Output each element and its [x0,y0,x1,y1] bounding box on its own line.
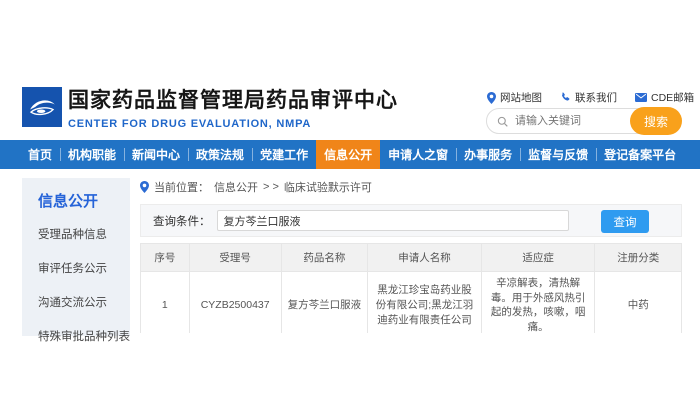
cell-drug-name: 复方芩兰口服液 [281,272,368,334]
col-header-acceptance-no: 受理号 [189,244,281,272]
header-search-button[interactable]: 搜索 [630,107,682,135]
cell-applicant: 黑龙江珍宝岛药业股份有限公司;黑龙江羽迪药业有限责任公司 [368,272,482,334]
site-title-block: 国家药品监督管理局药品审评中心 CENTER FOR DRUG EVALUATI… [68,84,398,130]
cell-index: 1 [141,272,190,334]
sidebar-item-special-approval[interactable]: 特殊审批品种列表 [38,328,126,344]
nav-item-policies[interactable]: 政策法规 [188,140,252,169]
nav-item-party[interactable]: 党建工作 [252,140,316,169]
nav-item-functions[interactable]: 机构职能 [60,140,124,169]
sidebar: 信息公开 受理品种信息 审评任务公示 沟通交流公示 特殊审批品种列表 [22,178,130,336]
main-content: 当前位置： 信息公开 > > 临床试验默示许可 查询条件： 查询 序号 受理号 … [140,179,682,333]
mail-icon [635,93,647,102]
query-button[interactable]: 查询 [601,210,649,233]
top-links: 网站地图 联系我们 CDE邮箱 [487,90,694,105]
cell-indication: 辛凉解表，清热解毒。用于外感风热引起的发热，咳嗽，咽痛。 [481,272,595,334]
main-nav: 首页 机构职能 新闻中心 政策法规 党建工作 信息公开 申请人之窗 办事服务 监… [0,140,700,169]
nav-item-supervision[interactable]: 监督与反馈 [520,140,596,169]
page: 国家药品监督管理局药品审评中心 CENTER FOR DRUG EVALUATI… [0,0,700,400]
nav-item-info-disclosure[interactable]: 信息公开 [316,140,380,169]
nav-item-news[interactable]: 新闻中心 [124,140,188,169]
table-row: 1 CYZB2500437 复方芩兰口服液 黑龙江珍宝岛药业股份有限公司;黑龙江… [141,272,682,334]
cde-logo-icon [25,90,59,124]
site-subtitle: CENTER FOR DRUG EVALUATION, NMPA [68,118,398,130]
col-header-indication: 适应症 [481,244,595,272]
sidebar-item-review-tasks[interactable]: 审评任务公示 [38,260,126,276]
cde-logo[interactable] [22,87,62,127]
contact-label: 联系我们 [575,90,617,105]
cde-mail-label: CDE邮箱 [651,90,694,105]
nav-item-registration-platform[interactable]: 登记备案平台 [596,140,684,169]
breadcrumb: 当前位置： 信息公开 > > 临床试验默示许可 [140,179,682,195]
sitemap-label: 网站地图 [500,90,542,105]
query-bar: 查询条件： 查询 [140,204,682,237]
col-header-drug-name: 药品名称 [281,244,368,272]
nav-item-services[interactable]: 办事服务 [456,140,520,169]
results-table: 序号 受理号 药品名称 申请人名称 适应症 注册分类 1 CYZB2500437… [140,243,682,333]
nav-item-applicant-window[interactable]: 申请人之窗 [380,140,456,169]
header-search-input[interactable] [513,114,627,128]
sidebar-item-communication[interactable]: 沟通交流公示 [38,294,126,310]
breadcrumb-prefix: 当前位置： [154,179,209,195]
col-header-registration-class: 注册分类 [595,244,682,272]
col-header-applicant: 申请人名称 [368,244,482,272]
breadcrumb-separator: > > [263,181,279,193]
breadcrumb-section[interactable]: 信息公开 [214,179,258,195]
cell-acceptance-no: CYZB2500437 [189,272,281,334]
phone-icon [560,92,571,103]
col-header-index: 序号 [141,244,190,272]
sitemap-link[interactable]: 网站地图 [487,90,542,105]
breadcrumb-current: 临床试验默示许可 [284,179,372,195]
results-table-wrap: 序号 受理号 药品名称 申请人名称 适应症 注册分类 1 CYZB2500437… [140,243,682,333]
cell-registration-class: 中药 [595,272,682,334]
location-pin-icon [140,181,149,193]
nav-item-home[interactable]: 首页 [20,140,60,169]
query-label: 查询条件： [153,213,211,229]
contact-link[interactable]: 联系我们 [560,90,617,105]
cde-mail-link[interactable]: CDE邮箱 [635,90,694,105]
site-title: 国家药品监督管理局药品审评中心 [68,84,398,114]
table-header-row: 序号 受理号 药品名称 申请人名称 适应症 注册分类 [141,244,682,272]
sidebar-title: 信息公开 [38,190,126,211]
query-input[interactable] [217,210,569,231]
sidebar-item-accepted-varieties[interactable]: 受理品种信息 [38,226,126,242]
search-icon [497,116,508,127]
location-pin-icon [487,92,496,104]
